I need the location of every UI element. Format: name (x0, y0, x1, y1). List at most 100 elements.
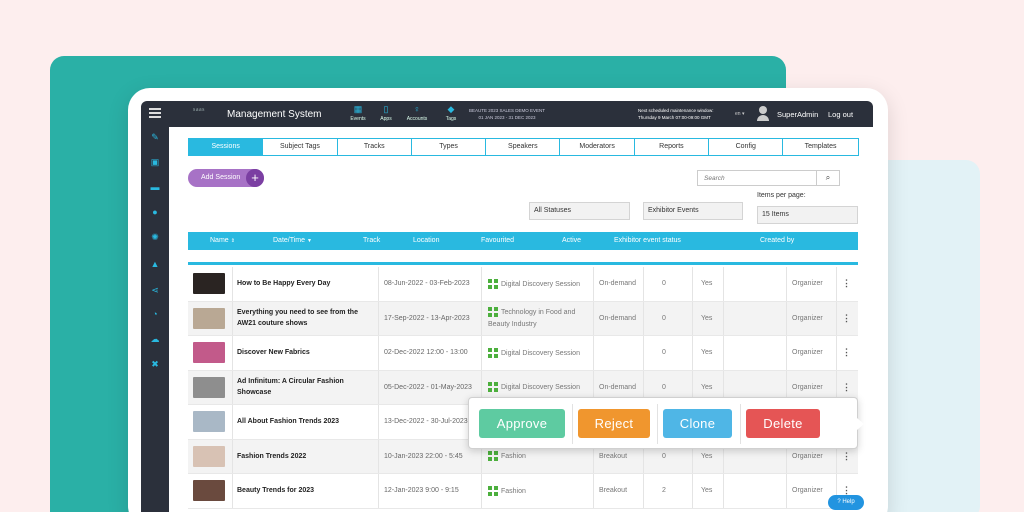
search-icon[interactable]: ⌕ (816, 171, 839, 185)
nav-events[interactable]: ▦ Events (346, 104, 370, 122)
cell-divider (232, 370, 233, 404)
cell-divider (593, 301, 594, 335)
cell-divider (723, 474, 724, 508)
share-icon[interactable]: ⋖ (150, 285, 160, 295)
session-title[interactable]: Fashion Trends 2022 (237, 451, 306, 462)
more-options-icon[interactable]: ⋮ (842, 347, 851, 358)
cell-divider (378, 439, 379, 473)
session-date: 12-Jan-2023 9:00 - 9:15 (384, 487, 459, 495)
session-created-by: Organizer (792, 280, 823, 288)
column-track[interactable]: Track (363, 237, 380, 244)
tab-sessions[interactable]: Sessions (189, 139, 264, 155)
pencil-icon[interactable]: ✎ (150, 132, 160, 142)
grid-icon (488, 485, 498, 496)
user-name[interactable]: SuperAdmin (777, 110, 818, 119)
column-datetime[interactable]: Date/Time ▼ (273, 237, 312, 244)
more-options-icon[interactable]: ⋮ (842, 313, 851, 324)
column-favourited[interactable]: Favourited (481, 237, 514, 244)
session-date: 02-Dec-2022 12:00 - 13:00 (384, 349, 468, 357)
nav-accounts[interactable]: ♀ Accounts (405, 104, 429, 122)
bed-icon[interactable]: ▬ (150, 182, 160, 192)
session-active: Yes (701, 349, 713, 357)
session-table: How to Be Happy Every Day 08-Jun-2022 - 0… (188, 267, 858, 509)
tab-types[interactable]: Types (411, 139, 487, 155)
session-active: Yes (701, 314, 713, 322)
table-row[interactable]: Everything you need to see from the AW21… (188, 301, 858, 336)
clone-button[interactable]: Clone (663, 409, 732, 438)
session-category: Digital Discovery Session (501, 280, 580, 288)
session-title[interactable]: How to Be Happy Every Day (237, 278, 330, 289)
session-count: 0 (662, 314, 666, 322)
table-row[interactable]: How to Be Happy Every Day 08-Jun-2022 - 0… (188, 267, 858, 302)
session-category: Fashion (501, 487, 526, 495)
app-screen: saas Management System ▦ Events ▯ Apps ♀ Ac… (141, 101, 873, 512)
session-title[interactable]: Beauty Trends for 2023 (237, 485, 314, 496)
reject-button[interactable]: Reject (578, 409, 650, 438)
column-name[interactable]: Name ⇕ (210, 237, 235, 244)
exhibitor-filter[interactable]: Exhibitor Events (643, 202, 743, 220)
session-type: On-demand (599, 280, 636, 288)
column-exhibitor-status[interactable]: Exhibitor event status (614, 237, 681, 244)
table-header: Name ⇕ Date/Time ▼ Track Location Favourit… (188, 232, 858, 250)
session-date: 10-Jan-2023 22:00 - 5:45 (384, 452, 463, 460)
column-active[interactable]: Active (562, 237, 581, 244)
cell-divider (643, 474, 644, 508)
nav-tags[interactable]: ◆ Tags (439, 104, 463, 122)
session-category: Technology in Food and Beauty Industry (488, 309, 576, 329)
rocket-icon[interactable]: ▲ (150, 259, 160, 269)
add-session-button[interactable]: Add Session + (188, 169, 264, 187)
session-date: 08-Jun-2022 - 03-Feb-2023 (384, 280, 470, 288)
approve-button[interactable]: Approve (479, 409, 565, 438)
tab-speakers[interactable]: Speakers (486, 139, 561, 155)
search-box: ⌕ (697, 170, 840, 186)
briefcase-icon[interactable]: ▣ (150, 157, 160, 167)
session-title[interactable]: Everything you need to see from the AW21… (237, 307, 377, 329)
column-created-by[interactable]: Created by (760, 237, 794, 244)
menu-icon[interactable] (149, 108, 161, 118)
session-category: Digital Discovery Session (501, 349, 580, 357)
help-button[interactable]: ? Help (828, 495, 864, 510)
table-row[interactable]: Discover New Fabrics 02-Dec-2022 12:00 - … (188, 336, 858, 371)
items-per-page-select[interactable]: 15 Items (757, 206, 858, 224)
cell-divider (481, 336, 482, 370)
delete-button[interactable]: Delete (746, 409, 820, 438)
cell-divider (692, 301, 693, 335)
more-options-icon[interactable]: ⋮ (842, 382, 851, 393)
more-options-icon[interactable]: ⋮ (842, 278, 851, 289)
session-title[interactable]: Ad Infinitum: A Circular Fashion Showcas… (237, 376, 377, 398)
top-bar: saas Management System ▦ Events ▯ Apps ♀ Ac… (141, 101, 873, 127)
tab-config[interactable]: Config (709, 139, 784, 155)
event-info[interactable]: BEAUTE 2023 SALES DEMO EVENT 01 JAN 2023 … (469, 107, 545, 121)
column-location[interactable]: Location (413, 237, 439, 244)
tab-tracks[interactable]: Tracks (337, 139, 412, 155)
grid-icon (488, 278, 498, 289)
more-options-icon[interactable]: ⋮ (842, 451, 851, 462)
language-select[interactable]: en ▾ (735, 111, 744, 117)
grid-icon (488, 347, 498, 358)
status-filter[interactable]: All Statuses (529, 202, 630, 220)
group-icon[interactable]: ● (150, 207, 160, 217)
session-title[interactable]: All About Fashion Trends 2023 (237, 416, 339, 427)
cell-divider (232, 405, 233, 439)
search-input[interactable] (698, 171, 816, 185)
tools-icon[interactable]: ✖ (150, 359, 160, 369)
logout-link[interactable]: Log out (828, 110, 853, 119)
tab-moderators[interactable]: Moderators (560, 139, 635, 155)
table-row[interactable]: Beauty Trends for 2023 12-Jan-2023 9:00 -… (188, 474, 858, 509)
session-created-by: Organizer (792, 487, 823, 495)
session-active: Yes (701, 280, 713, 288)
tab-templates[interactable]: Templates (783, 139, 858, 155)
session-count: 0 (662, 349, 666, 357)
cell-divider (481, 474, 482, 508)
chart-icon[interactable]: ◔ (150, 309, 160, 319)
logo: saas (193, 107, 205, 113)
cloud-icon[interactable]: ☁ (150, 334, 160, 344)
session-title[interactable]: Discover New Fabrics (237, 347, 310, 358)
cell-divider (378, 336, 379, 370)
tab-subject-tags[interactable]: Subject Tags (263, 139, 338, 155)
tab-reports[interactable]: Reports (634, 139, 710, 155)
popup-divider (572, 404, 573, 444)
avatar[interactable] (757, 106, 769, 122)
gear-icon[interactable]: ✺ (150, 232, 160, 242)
nav-apps[interactable]: ▯ Apps (374, 104, 398, 122)
